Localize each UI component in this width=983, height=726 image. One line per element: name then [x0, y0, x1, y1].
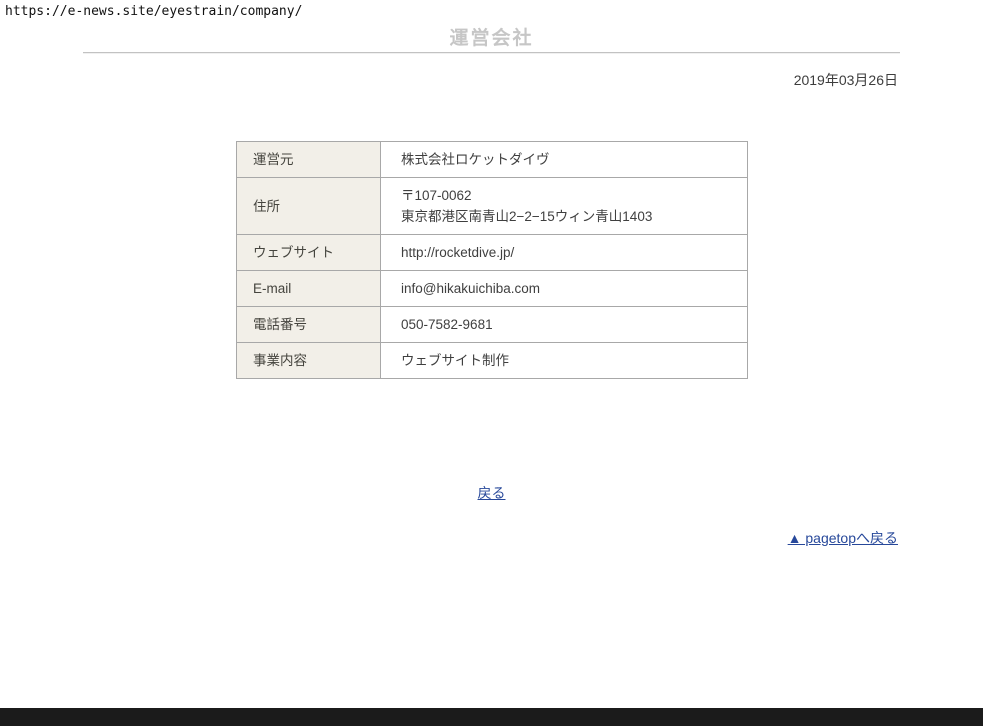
table-row: 運営元 株式会社ロケットダイヴ — [237, 142, 748, 178]
row-label: 住所 — [237, 178, 381, 235]
pagetop-link-container: ▲ pagetopへ戻る — [788, 528, 898, 548]
row-value: info@hikakuichiba.com — [381, 271, 748, 307]
back-link[interactable]: 戻る — [478, 485, 506, 501]
table-row: ウェブサイト http://rocketdive.jp/ — [237, 235, 748, 271]
back-link-container: 戻る — [0, 483, 983, 503]
table-row: 事業内容 ウェブサイト制作 — [237, 343, 748, 379]
table-row: E-mail info@hikakuichiba.com — [237, 271, 748, 307]
row-label: 事業内容 — [237, 343, 381, 379]
row-label: 運営元 — [237, 142, 381, 178]
title-divider — [83, 52, 900, 54]
row-value: http://rocketdive.jp/ — [381, 235, 748, 271]
page-title: 運営会社 — [0, 23, 983, 50]
table-row: 住所 〒107-0062 東京都港区南青山2−2−15ウィン青山1403 — [237, 178, 748, 235]
row-label: E-mail — [237, 271, 381, 307]
row-value: 株式会社ロケットダイヴ — [381, 142, 748, 178]
row-value: ウェブサイト制作 — [381, 343, 748, 379]
footer-bar — [0, 708, 983, 726]
company-info-table: 運営元 株式会社ロケットダイヴ 住所 〒107-0062 東京都港区南青山2−2… — [236, 141, 748, 379]
row-label: 電話番号 — [237, 307, 381, 343]
row-value: 050-7582-9681 — [381, 307, 748, 343]
date-label: 2019年03月26日 — [794, 70, 898, 90]
row-label: ウェブサイト — [237, 235, 381, 271]
row-value: 〒107-0062 東京都港区南青山2−2−15ウィン青山1403 — [381, 178, 748, 235]
table-row: 電話番号 050-7582-9681 — [237, 307, 748, 343]
pagetop-link[interactable]: ▲ pagetopへ戻る — [788, 530, 898, 546]
browser-url: https://e-news.site/eyestrain/company/ — [5, 4, 302, 19]
